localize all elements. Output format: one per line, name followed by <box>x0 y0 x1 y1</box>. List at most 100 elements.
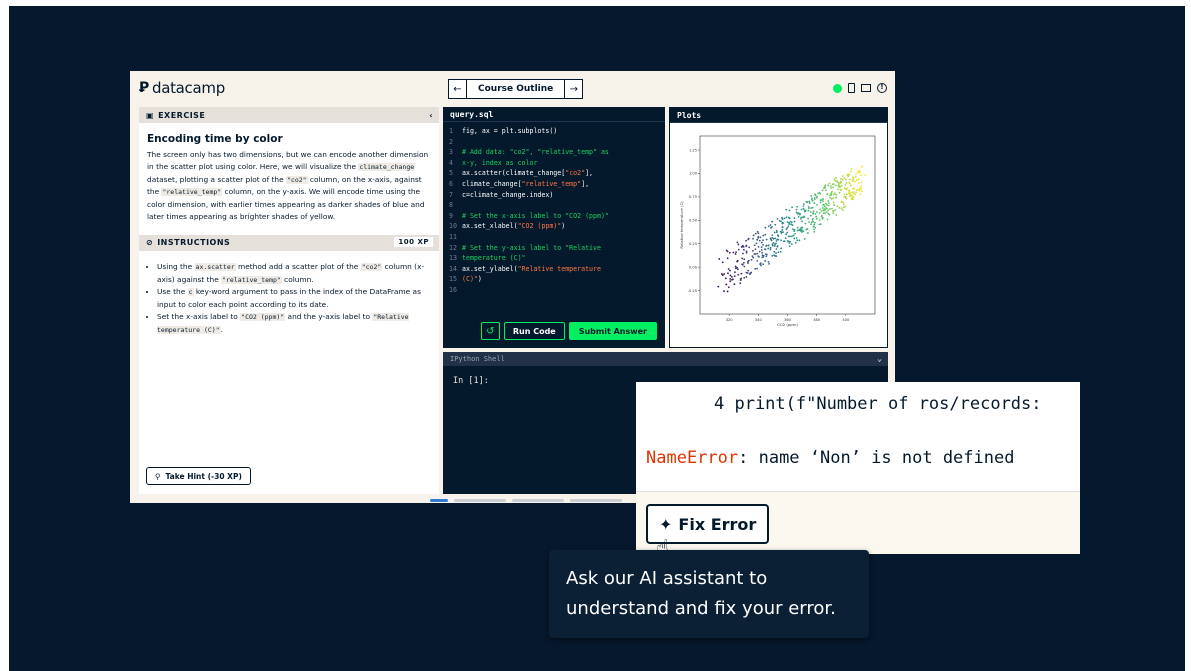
code-line[interactable]: 11 <box>449 232 659 243</box>
scatter-point <box>836 205 839 208</box>
scatter-point <box>764 248 767 251</box>
scatter-point <box>780 239 783 242</box>
collapse-chevron-icon[interactable]: ‹ <box>429 111 433 120</box>
code-line[interactable]: 4 x-y, index as color <box>449 158 659 169</box>
scatter-point <box>796 205 798 208</box>
scatter-point <box>727 286 730 289</box>
scatter-point <box>777 251 780 254</box>
code-line[interactable]: 13 temperature (C)" <box>449 253 659 264</box>
code-line[interactable]: 5 ax.scatter(climate_change["co2"], <box>449 168 659 179</box>
scatter-point <box>824 184 827 187</box>
logo-text: datacamp <box>151 79 225 97</box>
scatter-point <box>771 220 774 223</box>
line-number: 15 <box>449 275 457 284</box>
scatter-point <box>788 217 791 220</box>
scatter-point <box>820 210 823 213</box>
shell-tab-label[interactable]: IPython Shell <box>450 355 505 363</box>
error-code-line: 4 print(f"Number of ros/records: <box>714 394 1042 414</box>
hint-label: Take Hint (-30 XP) <box>165 471 242 481</box>
scatter-point <box>844 183 847 186</box>
next-exercise-button[interactable]: → <box>564 79 584 99</box>
code-line[interactable]: 7 c=climate_change.index) <box>449 190 659 201</box>
line-number: 1 <box>449 127 453 135</box>
scatter-point <box>775 240 778 242</box>
code-line[interactable]: 2 <box>449 137 659 148</box>
scatter-point <box>859 193 862 196</box>
line-number: 8 <box>449 201 453 210</box>
editor-tab[interactable]: query.sql <box>443 107 665 122</box>
scatter-point <box>736 259 739 262</box>
scatter-point <box>785 233 788 236</box>
course-outline-button[interactable]: Course Outline <box>467 79 565 99</box>
code-token: "CO2 (ppm)" <box>517 222 562 231</box>
line-number: 7 <box>449 190 453 199</box>
scatter-point <box>754 268 757 270</box>
y-tick-label: 0.50 <box>689 219 698 223</box>
scatter-point <box>822 209 825 212</box>
plots-tab[interactable]: Plots <box>670 108 887 123</box>
scatter-point <box>775 229 778 232</box>
scatter-point <box>835 193 838 196</box>
code-token: temperature (C)" <box>462 254 526 263</box>
scatter-point <box>832 210 835 213</box>
scatter-point <box>783 217 786 220</box>
scatter-point <box>723 290 725 292</box>
code-line[interactable]: 14 ax.set_ylabel("Relative temperature <box>449 264 659 275</box>
scatter-point <box>819 192 822 195</box>
scatter-point <box>822 203 825 206</box>
scatter-point <box>843 177 846 180</box>
code-line[interactable]: 16 <box>449 285 659 296</box>
code-token: ], <box>585 169 594 178</box>
line-number: 16 <box>449 285 457 294</box>
take-hint-button[interactable]: ⚲ Take Hint (-30 XP) <box>146 467 251 485</box>
chevron-down-icon[interactable]: ⌄ <box>877 354 882 363</box>
info-icon[interactable]: ! <box>877 83 887 93</box>
code-line[interactable]: 12 # Set the y-axis label to "Relative <box>449 243 659 254</box>
scatter-point <box>824 209 827 211</box>
run-code-button[interactable]: Run Code <box>503 322 565 340</box>
scatter-point <box>756 239 759 241</box>
scatter-point <box>762 243 764 246</box>
scatter-point <box>849 178 851 181</box>
code-line[interactable]: 1 fig, ax = plt.subplots() <box>449 126 659 137</box>
code-token: "relative_temp" <box>521 179 582 188</box>
scatter-point <box>728 251 731 254</box>
datacamp-logo[interactable]: Ꝑ datacamp <box>139 79 225 97</box>
line-number: 10 <box>449 222 457 231</box>
scatter-point <box>810 207 812 209</box>
code-line[interactable]: 10 ax.set_xlabel("CO2 (ppm)") <box>449 221 659 232</box>
scatter-point <box>845 193 848 196</box>
code-line[interactable]: 3 # Add data: "co2", "relative_temp" as <box>449 147 659 158</box>
scatter-point <box>854 176 857 178</box>
line-number: 13 <box>449 254 457 263</box>
scatter-plot: 320 340 360 380 400-0.250.000.250.500.751.00… <box>679 135 876 327</box>
scatter-point <box>757 236 760 239</box>
submit-answer-button[interactable]: Submit Answer <box>568 322 657 340</box>
scatter-point <box>769 237 772 240</box>
scatter-point <box>748 246 751 249</box>
prev-exercise-button[interactable]: ← <box>448 79 467 99</box>
scatter-point <box>844 205 847 208</box>
code-line[interactable]: 8 <box>449 200 659 211</box>
scatter-point <box>809 211 812 213</box>
code-line[interactable]: 6 climate_change["relative_temp"], <box>449 179 659 190</box>
scatter-point <box>794 241 797 244</box>
mobile-icon[interactable] <box>848 83 855 93</box>
scatter-point <box>733 283 736 285</box>
code-lines[interactable]: 1 fig, ax = plt.subplots() 2 3 # Add data: "… <box>443 122 665 300</box>
code-editor[interactable]: query.sql 1 fig, ax = plt.subplots() 2 3 # A… <box>443 107 665 348</box>
video-icon[interactable] <box>861 84 871 92</box>
scatter-point <box>718 258 721 260</box>
scatter-point <box>725 283 728 286</box>
reset-code-button[interactable]: ↺ <box>480 322 500 340</box>
code-token: climate_change[ <box>462 179 522 188</box>
scatter-point <box>732 251 735 254</box>
code-line[interactable]: 15 (C)") <box>449 274 659 285</box>
scatter-point <box>811 218 814 221</box>
scatter-point <box>760 264 762 267</box>
scatter-point <box>826 211 828 213</box>
scatter-point <box>777 235 780 238</box>
scatter-point <box>787 235 790 238</box>
scatter-point <box>855 179 858 182</box>
code-line[interactable]: 9 # Set the x-axis label to "CO2 (ppm)" <box>449 211 659 222</box>
